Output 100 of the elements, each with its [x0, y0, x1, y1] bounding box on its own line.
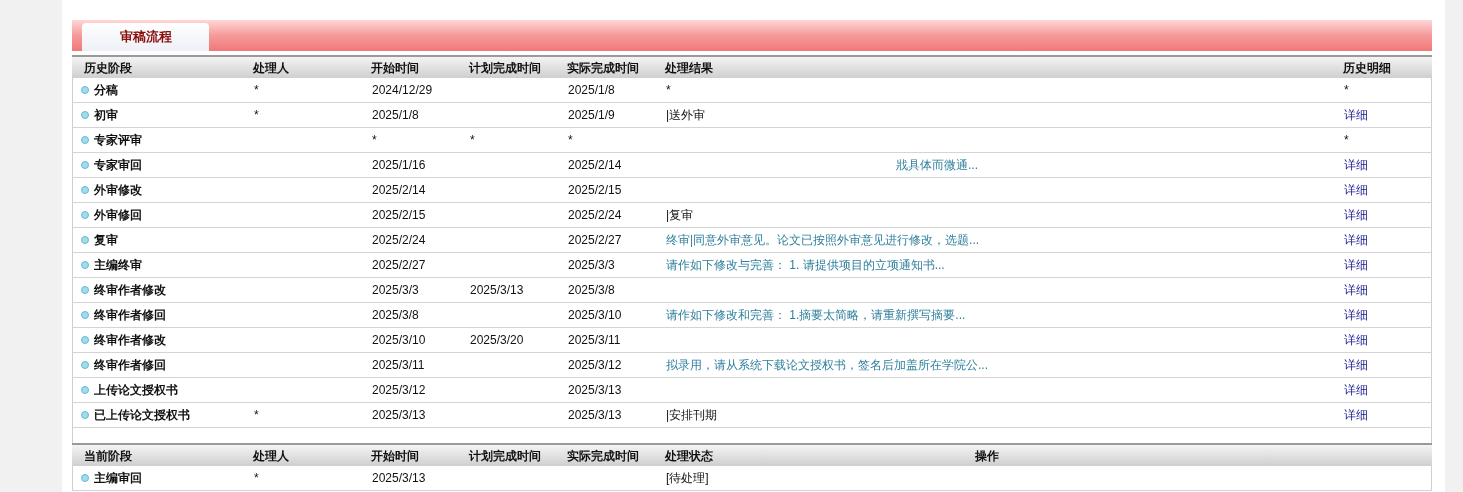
column-header: 开始时间: [371, 447, 419, 465]
table-cell-text: *: [568, 132, 573, 149]
column-header: 历史明细: [1343, 59, 1391, 77]
table-cell-text: |安排刊期: [666, 407, 718, 424]
bullet-icon: [81, 186, 89, 194]
table-cell-text: 2025/3/10: [372, 332, 426, 349]
bullet-icon: [81, 236, 89, 244]
detail-link[interactable]: 详细: [1344, 156, 1368, 174]
table-cell-text: 2025/3/11: [568, 332, 621, 349]
table-cell-text: 2025/3/12: [568, 357, 622, 374]
bullet-icon: [81, 261, 89, 269]
detail-link[interactable]: 详细: [1344, 406, 1368, 424]
table-cell-text: 2025/3/11: [372, 357, 425, 374]
detail-link[interactable]: 详细: [1344, 331, 1368, 349]
stage-name: 上传论文授权书: [94, 382, 178, 399]
stage-name: 终审作者修改: [94, 332, 166, 349]
table-cell-text: *: [1344, 132, 1349, 149]
stage-name: 终审作者修回: [94, 357, 166, 374]
stage-name: 初审: [94, 107, 118, 124]
column-header: 实际完成时间: [567, 447, 639, 465]
stage-name: 外审修改: [94, 182, 142, 199]
stage-name: 终审作者修改: [94, 282, 166, 299]
column-header: 处理状态: [665, 447, 713, 465]
table-cell-text: 2025/2/24: [372, 232, 426, 249]
table-cell-text: 2025/3/8: [568, 282, 615, 299]
table-cell-text: |送外审: [666, 107, 706, 124]
table-cell-text: 2025/3/13: [372, 407, 426, 424]
table-cell-text: 2025/1/8: [568, 82, 615, 99]
table-cell-text: 2025/3/20: [470, 332, 524, 349]
detail-link[interactable]: 详细: [1344, 106, 1368, 124]
table-cell-text: [待处理]: [666, 470, 709, 487]
table-cell-text: 2025/2/27: [372, 257, 426, 274]
table-cell-text: 2024/12/29: [372, 82, 433, 99]
table-cell-text: 2025/2/14: [568, 157, 622, 174]
bullet-icon: [81, 211, 89, 219]
column-header: 开始时间: [371, 59, 419, 77]
bullet-icon: [81, 311, 89, 319]
table-cell-text: *: [254, 407, 259, 424]
table-cell-text: 2025/2/24: [568, 207, 622, 224]
column-header: 计划完成时间: [469, 59, 541, 77]
bullet-icon: [81, 411, 89, 419]
stage-name: 分稿: [94, 82, 118, 99]
detail-link[interactable]: 详细: [1344, 306, 1368, 324]
table-cell-text: 2025/3/10: [568, 307, 622, 324]
table-cell-text: *: [666, 82, 671, 99]
table-cell-text: 2025/2/14: [372, 182, 426, 199]
detail-link[interactable]: 详细: [1344, 206, 1368, 224]
result-link[interactable]: 终审|同意外审意见。论文已按照外审意见进行修改，选题...: [666, 231, 980, 249]
table-cell-text: *: [254, 470, 259, 487]
detail-link[interactable]: 详细: [1344, 231, 1368, 249]
stage-name: 终审作者修回: [94, 307, 166, 324]
table-cell-text: *: [1344, 82, 1349, 99]
stage-name: 外审修回: [94, 207, 142, 224]
column-header: 计划完成时间: [469, 447, 541, 465]
column-header: 处理人: [253, 59, 289, 77]
result-link[interactable]: 拟录用，请从系统下载论文授权书，签名后加盖所在学院公...: [666, 356, 988, 374]
stage-name: 专家评审: [94, 132, 142, 149]
table-cell-text: *: [470, 132, 475, 149]
bullet-icon: [81, 386, 89, 394]
result-link[interactable]: 请作如下修改与完善： 1. 请提供项目的立项通知书...: [666, 256, 945, 274]
table-cell-text: 2025/3/8: [372, 307, 419, 324]
table-cell-text: 2025/1/16: [372, 157, 426, 174]
result-link[interactable]: 戕具体而微通...: [896, 156, 978, 174]
stage-name: 主编终审: [94, 257, 142, 274]
table-cell-text: 2025/3/13: [568, 382, 622, 399]
table-cell-text: 2025/2/15: [372, 207, 426, 224]
column-header: 历史阶段: [84, 59, 132, 77]
detail-link[interactable]: 详细: [1344, 281, 1368, 299]
detail-link[interactable]: 详细: [1344, 256, 1368, 274]
stage-name: 专家审回: [94, 157, 142, 174]
table-cell-text: 2025/3/13: [568, 407, 622, 424]
column-header: 处理结果: [665, 59, 713, 77]
table-cell-text: 2025/2/15: [568, 182, 622, 199]
stage-name: 已上传论文授权书: [94, 407, 190, 424]
table-cell-text: 2025/3/13: [470, 282, 524, 299]
table-cell-text: |复审: [666, 207, 694, 224]
detail-link[interactable]: 详细: [1344, 356, 1368, 374]
column-header: 操作: [975, 447, 999, 465]
detail-link[interactable]: 详细: [1344, 181, 1368, 199]
table-cell-text: *: [254, 107, 259, 124]
table-cell-text: 2025/3/3: [372, 282, 419, 299]
stage-name: 主编审回: [94, 470, 142, 487]
bullet-icon: [81, 474, 89, 482]
table-cell-text: 2025/1/8: [372, 107, 419, 124]
column-header: 当前阶段: [84, 447, 132, 465]
bullet-icon: [81, 361, 89, 369]
column-header: 实际完成时间: [567, 59, 639, 77]
stage-name: 复审: [94, 232, 118, 249]
bullet-icon: [81, 86, 89, 94]
table-cell-text: 2025/3/3: [568, 257, 615, 274]
table-cell-text: *: [254, 82, 259, 99]
bullet-icon: [81, 136, 89, 144]
table-cell-text: *: [372, 132, 377, 149]
bullet-icon: [81, 161, 89, 169]
result-link[interactable]: 请作如下修改和完善： 1.摘要太简略，请重新撰写摘要...: [666, 306, 966, 324]
table-cell-text: 2025/2/27: [568, 232, 622, 249]
bullet-icon: [81, 111, 89, 119]
tab[interactable]: 审稿流程: [82, 23, 209, 51]
table-cell-text: 2025/3/12: [372, 382, 426, 399]
detail-link[interactable]: 详细: [1344, 381, 1368, 399]
